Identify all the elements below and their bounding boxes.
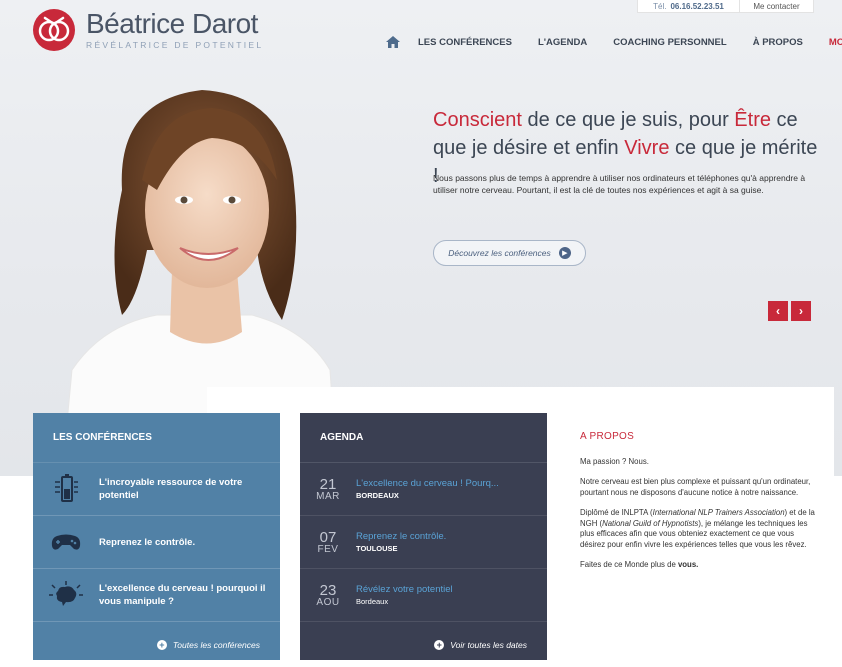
phone-label: Tél. [653,1,667,11]
about-paragraph: Diplômé de INLPTA (International NLP Tra… [580,508,816,550]
agenda-event-title[interactable]: L'excellence du cerveau ! Pourq... [356,478,547,490]
conference-item[interactable]: Reprenez le contrôle. [33,516,280,569]
conferences-title: LES CONFÉRENCES [33,413,280,463]
conference-label: L'excellence du cerveau ! pourquoi il vo… [99,583,266,607]
agenda-date: 21 MAR [300,477,356,502]
all-conferences-label: Toutes les conférences [172,640,260,650]
slider-next-button[interactable]: › [791,301,811,321]
about-bold: vous. [677,560,699,569]
brain-icon [33,581,99,609]
home-icon[interactable] [386,36,400,48]
phone-number: 06.16.52.23.51 [670,1,724,11]
logo-mark-icon [33,9,75,51]
contact-link[interactable]: Me contacter [740,2,813,11]
conferences-box: LES CONFÉRENCES L'incroyable ressource d… [33,413,280,660]
agenda-item[interactable]: 23 AOU Révélez votre potentiel Bordeaux [300,569,547,622]
conference-label: L'incroyable ressource de votre potentie… [99,477,243,501]
nav-item-blog[interactable]: MON BLOG [829,37,842,48]
about-text: Diplômé de INLPTA ( [580,508,653,517]
phone-contact[interactable]: Tél. 06.16.52.23.51 [638,0,740,12]
gamepad-icon [33,532,99,552]
agenda-month: FEV [317,543,339,555]
nav-item-agenda[interactable]: L'AGENDA [538,37,587,48]
brand-name: Béatrice Darot [86,8,258,39]
nav-item-about[interactable]: À PROPOS [753,37,803,48]
agenda-month: MAR [316,490,340,502]
contact-bar: Tél. 06.16.52.23.51 Me contacter [637,0,814,13]
conference-label: Reprenez le contrôle. [99,536,196,548]
all-conferences-link[interactable]: + Toutes les conférences [33,640,280,650]
plus-icon: + [434,640,445,650]
plus-icon: + [156,640,167,650]
agenda-title: AGENDA [300,413,547,463]
about-italic: National Guild of Hypnotists [602,518,699,528]
agenda-event-title[interactable]: Révélez votre potentiel [356,584,547,596]
agenda-city: TOULOUSE [356,543,398,553]
agenda-date: 23 AOU [300,583,356,608]
conference-item[interactable]: L'excellence du cerveau ! pourquoi il vo… [33,569,280,622]
agenda-city: BORDEAUX [356,490,399,500]
agenda-month: AOU [316,596,340,608]
slider-prev-button[interactable]: ‹ [768,301,788,321]
about-paragraph: Ma passion ? Nous. [580,456,649,466]
discover-conferences-button[interactable]: Découvrez les conférences ▶ [433,240,586,266]
brand-tagline: RÉVÉLATRICE DE POTENTIEL [86,40,264,50]
about-title: A PROPOS [580,431,635,442]
headline-word-3: Vivre [624,137,670,159]
battery-icon [33,474,99,504]
conference-item[interactable]: L'incroyable ressource de votre potentie… [33,463,280,516]
about-section: A PROPOS Ma passion ? Nous. Notre cervea… [580,431,816,581]
about-text: Faites de ce Monde plus de [580,560,678,569]
headline-text-1: de ce que je suis, pour [521,109,735,131]
headline-word-2: Être [734,109,771,131]
about-paragraph: Faites de ce Monde plus de vous. [580,560,816,571]
agenda-item[interactable]: 07 FEV Reprenez le contrôle. TOULOUSE [300,516,547,569]
agenda-date: 07 FEV [300,530,356,555]
logo[interactable]: Béatrice Darot RÉVÉLATRICE DE POTENTIEL [32,8,263,52]
about-italic: International NLP Trainers Association [652,508,785,517]
agenda-box: AGENDA 21 MAR L'excellence du cerveau ! … [300,413,547,660]
agenda-item[interactable]: 21 MAR L'excellence du cerveau ! Pourq..… [300,463,547,516]
headline-word-1: Conscient [433,109,522,131]
about-paragraph: Notre cerveau est bien plus complexe et … [580,477,811,497]
arrow-right-icon: ▶ [558,247,571,259]
agenda-city: Bordeaux [356,596,389,606]
hero-lead: Nous passons plus de temps à apprendre à… [433,173,806,195]
nav-item-conferences[interactable]: LES CONFÉRENCES [418,37,512,48]
nav-item-coaching[interactable]: COACHING PERSONNEL [613,37,726,48]
agenda-day: 21 [319,475,337,493]
cta-label: Découvrez les conférences [448,248,551,258]
agenda-event-title[interactable]: Reprenez le contrôle. [356,531,547,543]
agenda-day: 23 [319,581,337,599]
main-nav: LES CONFÉRENCES L'AGENDA COACHING PERSON… [386,36,842,48]
agenda-day: 07 [319,528,337,546]
all-dates-link[interactable]: + Voir toutes les dates [300,640,547,650]
all-dates-label: Voir toutes les dates [450,640,527,650]
